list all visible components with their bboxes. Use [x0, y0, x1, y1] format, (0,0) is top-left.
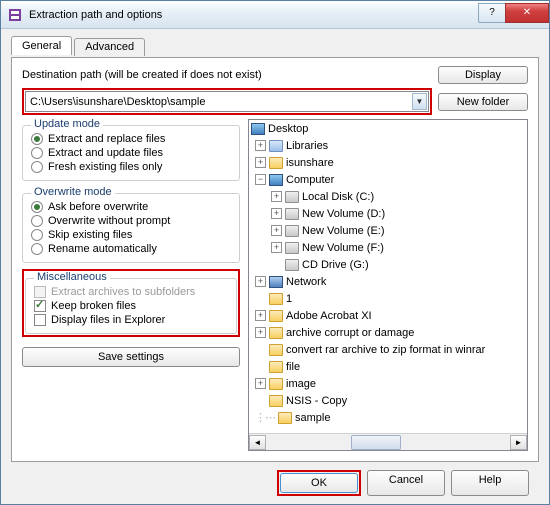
- destination-path-input[interactable]: [25, 91, 429, 112]
- overwrite-mode-group: Overwrite mode Ask before overwrite Over…: [22, 193, 240, 263]
- tab-advanced[interactable]: Advanced: [74, 38, 145, 56]
- update-mode-legend: Update mode: [31, 118, 103, 130]
- window-title: Extraction path and options: [29, 9, 479, 21]
- check-display-explorer[interactable]: Display files in Explorer: [34, 313, 228, 327]
- new-folder-button[interactable]: New folder: [438, 93, 528, 111]
- tree-node-vol-f[interactable]: +New Volume (F:): [249, 239, 527, 256]
- tree-horizontal-scrollbar[interactable]: ◄ ►: [249, 433, 527, 450]
- tree-node-local-c[interactable]: +Local Disk (C:): [249, 188, 527, 205]
- radio-extract-update[interactable]: Extract and update files: [31, 146, 231, 160]
- misc-group: Miscellaneous Extract archives to subfol…: [25, 278, 237, 334]
- app-icon: [7, 7, 23, 23]
- display-button[interactable]: Display: [438, 66, 528, 84]
- tree-node-nsis[interactable]: NSIS - Copy: [249, 392, 527, 409]
- dialog-window: Extraction path and options ? ✕ General …: [0, 0, 550, 505]
- ok-button[interactable]: OK: [280, 473, 358, 493]
- highlight-misc: Miscellaneous Extract archives to subfol…: [22, 269, 240, 337]
- dialog-button-row: OK Cancel Help: [11, 462, 539, 496]
- tree-node-desktop[interactable]: Desktop: [249, 120, 527, 137]
- destination-label: Destination path (will be created if doe…: [22, 69, 432, 81]
- tree-node-isunshare[interactable]: +isunshare: [249, 154, 527, 171]
- close-window-button[interactable]: ✕: [505, 3, 549, 23]
- cancel-button[interactable]: Cancel: [367, 470, 445, 496]
- tree-node-acrobat[interactable]: +Adobe Acrobat XI: [249, 307, 527, 324]
- save-settings-button[interactable]: Save settings: [22, 347, 240, 367]
- tree-node-vol-e[interactable]: +New Volume (E:): [249, 222, 527, 239]
- scroll-left-icon[interactable]: ◄: [249, 435, 266, 450]
- tree-node-convert[interactable]: convert rar archive to zip format in win…: [249, 341, 527, 358]
- tree-node-image[interactable]: +image: [249, 375, 527, 392]
- radio-extract-replace[interactable]: Extract and replace files: [31, 132, 231, 146]
- scroll-thumb[interactable]: [351, 435, 401, 450]
- help-window-button[interactable]: ?: [478, 3, 506, 23]
- tree-node-libraries[interactable]: +Libraries: [249, 137, 527, 154]
- radio-ask-before[interactable]: Ask before overwrite: [31, 200, 231, 214]
- tree-node-vol-d[interactable]: +New Volume (D:): [249, 205, 527, 222]
- tree-node-1[interactable]: 1: [249, 290, 527, 307]
- tree-node-corrupt[interactable]: +archive corrupt or damage: [249, 324, 527, 341]
- radio-rename-auto[interactable]: Rename automatically: [31, 242, 231, 256]
- titlebar[interactable]: Extraction path and options ? ✕: [1, 1, 549, 29]
- highlight-destination: ▼: [22, 88, 432, 115]
- radio-skip-existing[interactable]: Skip existing files: [31, 228, 231, 242]
- overwrite-mode-legend: Overwrite mode: [31, 186, 115, 198]
- radio-overwrite-noprompt[interactable]: Overwrite without prompt: [31, 214, 231, 228]
- tab-panel-general: Destination path (will be created if doe…: [11, 57, 539, 462]
- misc-legend: Miscellaneous: [34, 271, 110, 283]
- scroll-right-icon[interactable]: ►: [510, 435, 527, 450]
- help-button[interactable]: Help: [451, 470, 529, 496]
- tab-strip: General Advanced: [11, 35, 539, 57]
- folder-tree[interactable]: Desktop +Libraries +isunshare −Computer …: [248, 119, 528, 451]
- tree-node-file[interactable]: file: [249, 358, 527, 375]
- tree-node-cd-g[interactable]: CD Drive (G:): [249, 256, 527, 273]
- tree-node-computer[interactable]: −Computer: [249, 171, 527, 188]
- update-mode-group: Update mode Extract and replace files Ex…: [22, 125, 240, 181]
- tab-general[interactable]: General: [11, 36, 72, 55]
- tree-node-sample[interactable]: ⋮⋯sample: [249, 409, 527, 426]
- check-extract-subfolders: Extract archives to subfolders: [34, 285, 228, 299]
- chevron-down-icon[interactable]: ▼: [412, 93, 427, 110]
- check-keep-broken[interactable]: Keep broken files: [34, 299, 228, 313]
- radio-fresh-only[interactable]: Fresh existing files only: [31, 160, 231, 174]
- highlight-ok: OK: [277, 470, 361, 496]
- tree-node-network[interactable]: +Network: [249, 273, 527, 290]
